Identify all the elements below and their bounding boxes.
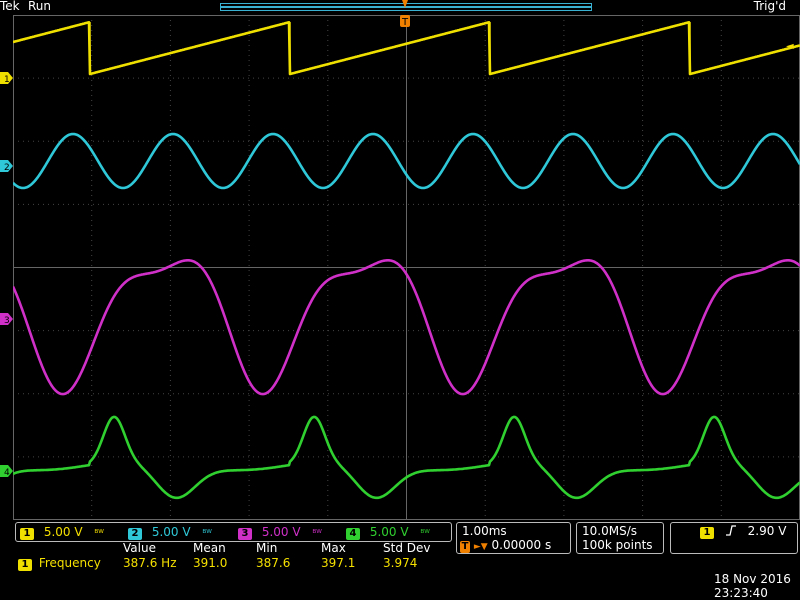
meas-header-min: Min xyxy=(256,541,278,555)
svg-text:2: 2 xyxy=(4,163,10,172)
measurement-table[interactable]: Value Mean Min Max Std Dev 1 Frequency 3… xyxy=(15,541,452,573)
channel-scale-panel[interactable]: 1 5.00 V ᴮᵂ 2 5.00 V ᴮᵂ 3 5.00 V ᴮᵂ 4 5.… xyxy=(15,522,452,542)
rising-edge-icon xyxy=(725,524,740,538)
meas-source-badge[interactable]: 1 xyxy=(18,559,32,571)
meas-header-mean: Mean xyxy=(193,541,226,555)
trigger-time-label: T xyxy=(401,17,409,28)
trigger-position-marker[interactable]: T xyxy=(399,0,411,30)
acquisition-status: Run xyxy=(28,0,52,13)
ch2-scale[interactable]: 5.00 V xyxy=(152,525,191,539)
sample-rate: 10.0MS/s xyxy=(582,524,637,538)
bandwidth-limit-icon: ᴮᵂ xyxy=(94,529,104,539)
datetime-display: 18 Nov 2016 23:23:40 xyxy=(712,572,798,600)
acquisition-panel[interactable]: 10.0MS/s 100k points xyxy=(576,522,664,554)
trigger-panel[interactable]: 1 2.90 V xyxy=(670,522,798,554)
ch3-ground-marker[interactable]: 3 xyxy=(0,310,13,326)
meas-mean: 391.0 xyxy=(193,556,228,570)
trigger-level[interactable]: 2.90 V xyxy=(748,524,787,538)
meas-header-max: Max xyxy=(321,541,346,555)
record-length: 100k points xyxy=(582,538,653,552)
trigger-source-badge[interactable]: 1 xyxy=(700,527,714,539)
meas-max: 397.1 xyxy=(321,556,356,570)
trigger-pos-badge: T xyxy=(460,541,470,553)
meas-min: 387.6 xyxy=(256,556,291,570)
time-scale[interactable]: 1.00ms xyxy=(462,524,507,538)
svg-text:1: 1 xyxy=(4,75,10,84)
ch2-badge[interactable]: 2 xyxy=(128,528,142,540)
ch4-scale[interactable]: 5.00 V xyxy=(370,525,409,539)
meas-value: 387.6 Hz xyxy=(123,556,177,570)
date: 18 Nov 2016 xyxy=(714,572,791,586)
meas-header-stddev: Std Dev xyxy=(383,541,431,555)
time: 23:23:40 xyxy=(714,586,768,600)
ch1-ground-marker[interactable]: 1 xyxy=(0,69,13,85)
ch4-badge[interactable]: 4 xyxy=(346,528,360,540)
trigger-level-marker[interactable]: ◄ xyxy=(786,41,794,52)
ch1-badge[interactable]: 1 xyxy=(20,528,34,540)
ch1-scale[interactable]: 5.00 V xyxy=(44,525,83,539)
svg-text:4: 4 xyxy=(4,468,10,477)
horizontal-delay[interactable]: 0.00000 s xyxy=(492,538,552,552)
trigger-status: Trig'd xyxy=(753,0,786,13)
meas-header-value: Value xyxy=(123,541,156,555)
ch3-scale[interactable]: 5.00 V xyxy=(262,525,301,539)
bandwidth-limit-icon: ᴮᵂ xyxy=(420,529,430,539)
meas-name: Frequency xyxy=(38,556,101,570)
meas-stddev: 3.974 xyxy=(383,556,418,570)
bandwidth-limit-icon: ᴮᵂ xyxy=(202,529,212,539)
ch2-ground-marker[interactable]: 2 xyxy=(0,157,13,173)
ch4-ground-marker[interactable]: 4 xyxy=(0,462,13,478)
ch3-badge[interactable]: 3 xyxy=(238,528,252,540)
delay-arrows-icon: ►▼ xyxy=(473,542,488,552)
svg-text:3: 3 xyxy=(4,316,10,325)
horizontal-panel[interactable]: 1.00ms T ►▼ 0.00000 s xyxy=(456,522,571,554)
brand-logo: Tek xyxy=(0,0,20,13)
bandwidth-limit-icon: ᴮᵂ xyxy=(312,529,322,539)
waveform-display[interactable] xyxy=(13,15,800,520)
